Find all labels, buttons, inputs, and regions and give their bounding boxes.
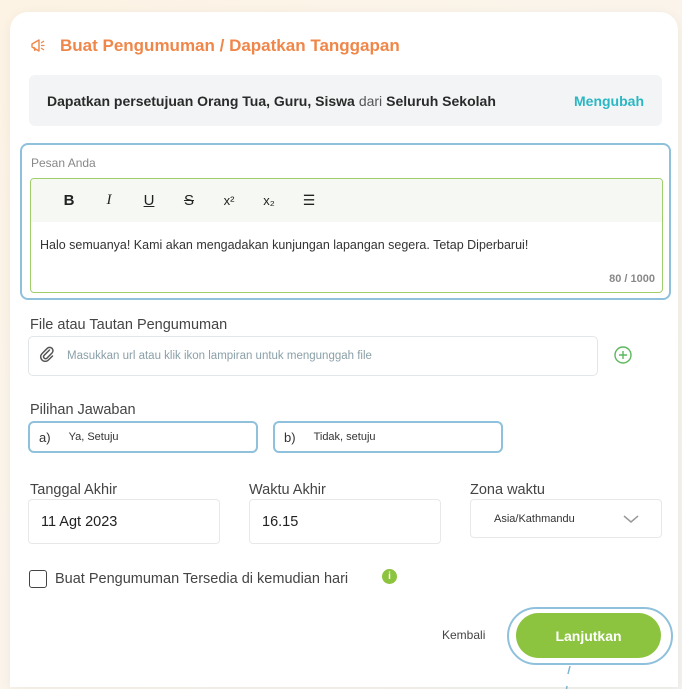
answer-letter: a)	[39, 429, 51, 445]
megaphone-icon	[30, 38, 46, 54]
publish-later-checkbox[interactable]	[29, 570, 47, 588]
pointer-cursor-icon	[564, 664, 574, 689]
publish-later-label: Buat Pengumuman Tersedia di kemudian har…	[55, 571, 349, 587]
continue-button[interactable]: Lanjutkan	[516, 613, 661, 658]
end-time-label: Waktu Akhir	[249, 482, 326, 498]
message-section: Pesan Anda B I U S x² x₂ ☰ Halo semuanya…	[20, 143, 671, 300]
editor-toolbar: B I U S x² x₂ ☰	[31, 179, 662, 222]
strikethrough-button[interactable]: S	[169, 186, 209, 216]
back-button[interactable]: Kembali	[442, 628, 485, 642]
underline-button[interactable]: U	[129, 186, 169, 216]
chevron-down-icon[interactable]	[623, 514, 639, 524]
announcement-card: Buat Pengumuman / Dapatkan Tanggapan Dap…	[10, 12, 678, 689]
subscript-button[interactable]: x₂	[249, 186, 289, 216]
end-date-value: 11 Agt 2023	[41, 513, 118, 530]
answer-option-a[interactable]: a) Ya, Setuju	[28, 421, 258, 453]
attachment-input[interactable]: Masukkan url atau klik ikon lampiran unt…	[28, 336, 598, 376]
info-icon[interactable]: i	[382, 569, 397, 584]
audience-connector: dari	[358, 92, 383, 109]
answer-option-b[interactable]: b) Tidak, setuju	[273, 421, 503, 453]
end-date-label: Tanggal Akhir	[30, 482, 118, 498]
message-editor[interactable]: B I U S x² x₂ ☰ Halo semuanya! Kami akan…	[30, 178, 663, 293]
attachment-placeholder: Masukkan url atau klik ikon lampiran unt…	[67, 350, 372, 362]
add-attachment-icon[interactable]	[613, 345, 633, 365]
answer-value[interactable]: Ya, Setuju	[69, 431, 119, 443]
timezone-label: Zona waktu	[470, 482, 545, 498]
header: Buat Pengumuman / Dapatkan Tanggapan	[30, 35, 400, 57]
end-date-field[interactable]: 11 Agt 2023	[28, 499, 220, 544]
page-title: Buat Pengumuman / Dapatkan Tanggapan	[60, 36, 400, 55]
bold-button[interactable]: B	[49, 186, 89, 216]
audience-summary: Dapatkan persetujuan Orang Tua, Guru, Si…	[29, 75, 662, 126]
audience-groups: Dapatkan persetujuan Orang Tua, Guru, Si…	[47, 92, 355, 109]
bullet-list-button[interactable]: ☰	[289, 186, 329, 216]
superscript-button[interactable]: x²	[209, 186, 249, 216]
message-label: Pesan Anda	[31, 156, 96, 170]
paperclip-icon[interactable]	[39, 346, 55, 367]
timezone-value: Asia/Kathmandu	[494, 512, 575, 525]
end-time-value: 16.15	[262, 513, 299, 530]
character-counter: 80 / 1000	[609, 273, 655, 285]
answer-letter: b)	[284, 429, 296, 445]
answers-label: Pilihan Jawaban	[30, 402, 136, 418]
audience-scope: Seluruh Sekolah	[386, 92, 496, 109]
end-time-field[interactable]: 16.15	[249, 499, 441, 544]
answer-value[interactable]: Tidak, setuju	[314, 431, 376, 443]
timezone-select[interactable]: Asia/Kathmandu	[470, 499, 662, 538]
message-text[interactable]: Halo semuanya! Kami akan mengadakan kunj…	[31, 222, 662, 252]
italic-button[interactable]: I	[89, 186, 129, 216]
attachment-label: File atau Tautan Pengumuman	[30, 317, 228, 333]
change-audience-link[interactable]: Mengubah	[574, 93, 644, 109]
